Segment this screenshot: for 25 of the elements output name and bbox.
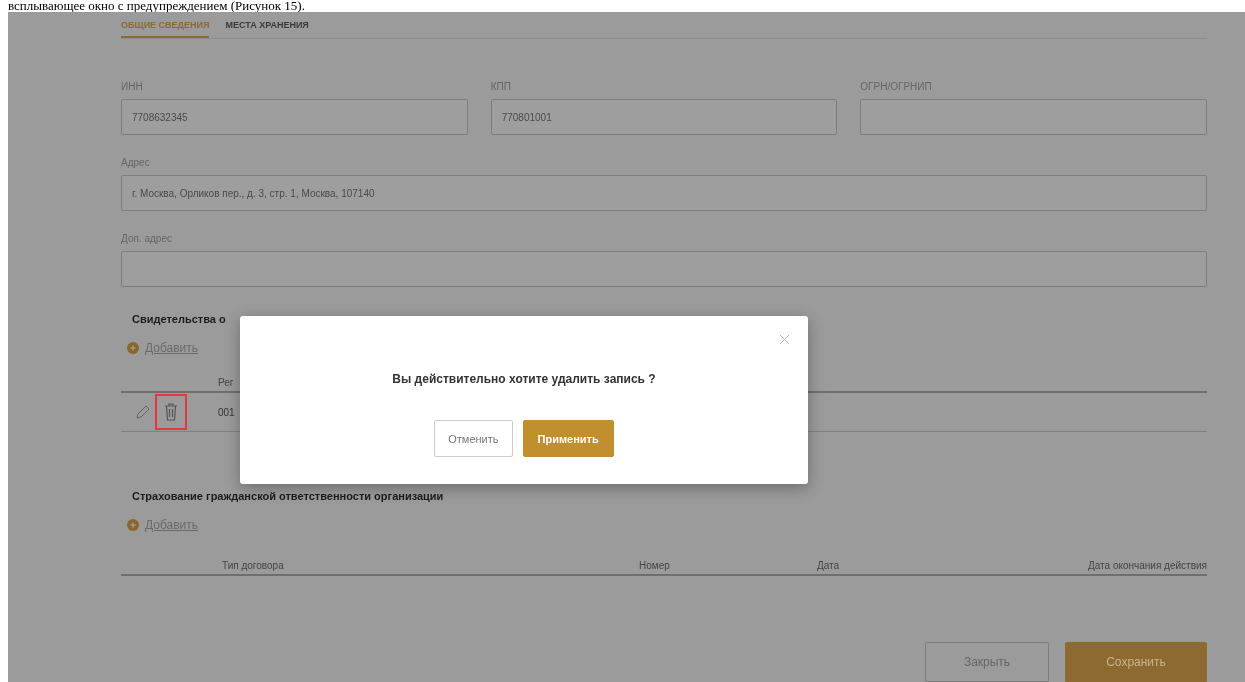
apply-button[interactable]: Применить xyxy=(522,420,614,457)
plus-icon xyxy=(127,342,139,354)
dialog-message: Вы действительно хотите удалить запись ? xyxy=(392,372,656,386)
input-field[interactable]: 7708632345 xyxy=(121,99,468,135)
plus-icon xyxy=(127,519,139,531)
table-cell-text: 001 xyxy=(218,406,236,418)
tab[interactable]: ОБЩИЕ СВЕДЕНИЯ xyxy=(121,12,210,38)
tab[interactable]: МЕСТА ХРАНЕНИЯ xyxy=(225,12,309,38)
pencil-icon[interactable] xyxy=(135,404,149,420)
column-header: Дата окончания действия xyxy=(1088,559,1207,571)
input-field[interactable]: 770801001 xyxy=(490,99,838,135)
section-title: Свидетельства о xyxy=(132,313,227,325)
document-caption: всплывающее окно с предупреждением (Рисунок 15). xyxy=(7,0,306,12)
column-header: Рег xyxy=(218,376,234,388)
save-button[interactable]: Сохранить xyxy=(1065,642,1207,682)
section-title: Страхование гражданской ответственности организации xyxy=(132,490,445,502)
column-header: Дата xyxy=(817,559,840,571)
close-icon[interactable] xyxy=(779,334,790,345)
input-field[interactable]: г. Москва, Орликов пер., д. 3, стр. 1, Москва, 107140 xyxy=(121,175,1207,211)
column-header: Номер xyxy=(639,559,670,571)
column-header: Тип договора xyxy=(222,559,284,571)
input-field[interactable] xyxy=(860,99,1207,135)
trash-icon[interactable] xyxy=(164,403,178,421)
cancel-button[interactable]: Отменить xyxy=(434,420,513,457)
input-field[interactable] xyxy=(121,251,1207,287)
